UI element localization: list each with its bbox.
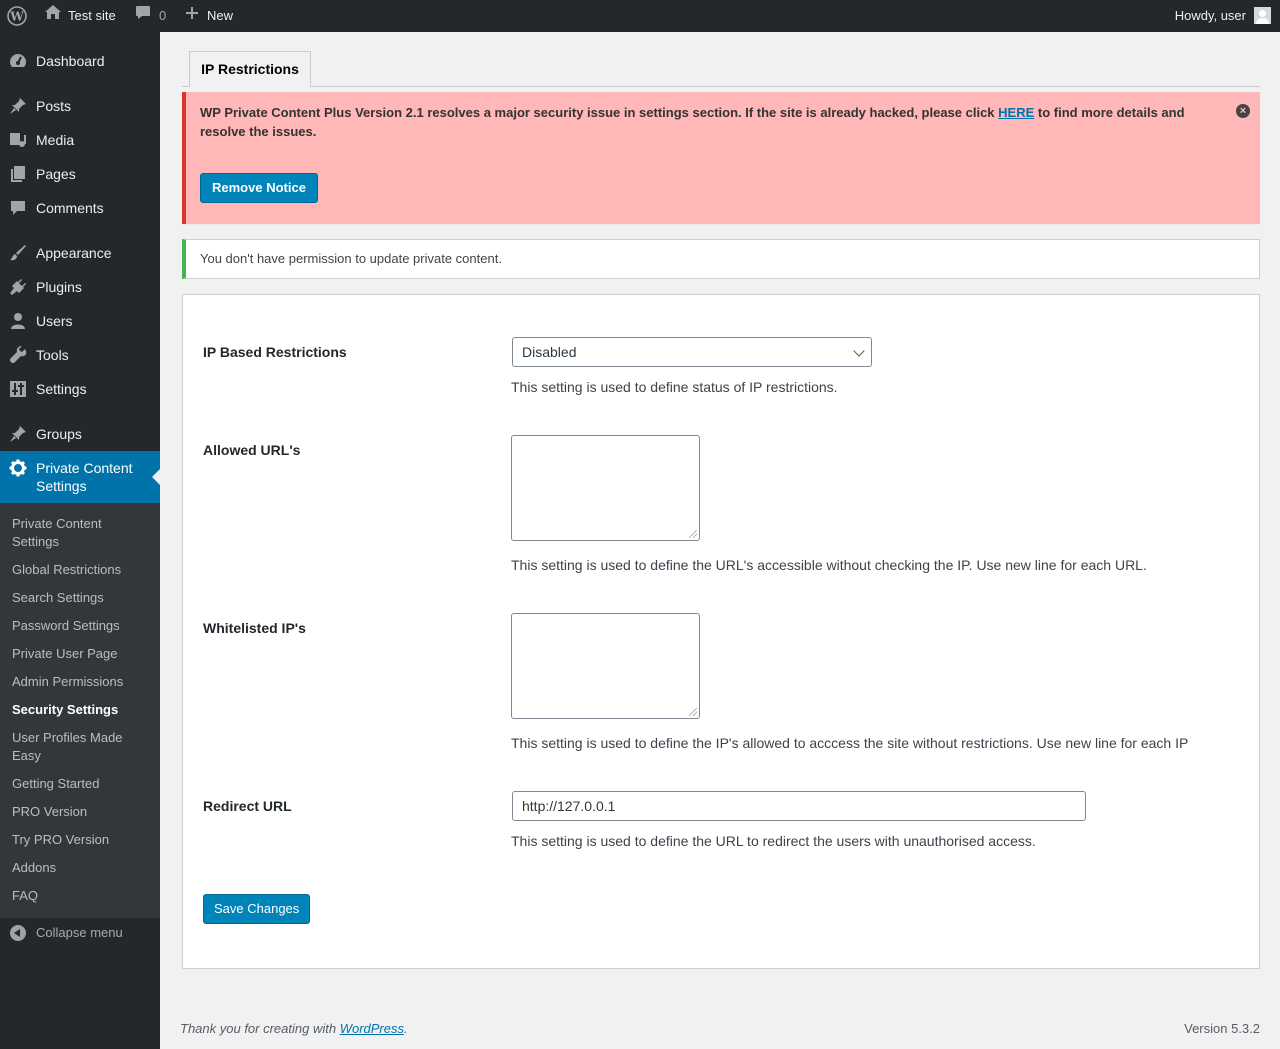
comment-icon [9, 199, 27, 217]
pages-icon [9, 165, 27, 183]
menu-groups[interactable]: Groups [0, 417, 160, 451]
save-changes-button[interactable]: Save Changes [203, 894, 311, 924]
brush-icon [9, 244, 27, 262]
menu-posts[interactable]: Posts [0, 89, 160, 123]
comments-count: 0 [159, 8, 167, 23]
notice-text-before: WP Private Content Plus Version 2.1 reso… [200, 105, 999, 120]
my-account-link[interactable]: Howdy, user [1175, 0, 1246, 32]
menu-label: Plugins [36, 279, 82, 295]
whitelisted-ips-label: Whitelisted IP's [203, 620, 306, 636]
submenu-item-private-user-page[interactable]: Private User Page [12, 645, 152, 663]
settings-panel: IP Based Restrictions Disabled This sett… [182, 294, 1260, 969]
whitelisted-ips-textarea[interactable] [511, 613, 700, 719]
menu-pages[interactable]: Pages [0, 157, 160, 191]
submenu-item-global-restrictions[interactable]: Global Restrictions [12, 561, 152, 579]
submenu-item-try-pro-version[interactable]: Try PRO Version [12, 831, 152, 849]
menu-label: Private Content Settings [36, 460, 133, 494]
site-name: Test site [68, 8, 116, 23]
footer-thanks-period: . [404, 1021, 408, 1036]
menu-dashboard[interactable]: Dashboard [0, 44, 160, 78]
footer-version: Version 5.3.2 [1184, 1021, 1260, 1036]
menu-label: Comments [36, 200, 104, 216]
gear-icon [9, 459, 27, 477]
menu-label: Posts [36, 98, 72, 114]
redirect-url-description: This setting is used to define the URL t… [511, 833, 1036, 849]
tab-ip-restrictions[interactable]: IP Restrictions [189, 51, 311, 87]
whitelisted-ips-description: This setting is used to define the IP's … [511, 735, 1189, 751]
security-notice-message: WP Private Content Plus Version 2.1 reso… [200, 103, 1210, 141]
ip-restrictions-value: Disabled [522, 344, 577, 360]
footer-thanks: Thank you for creating with WordPress. [180, 1021, 408, 1036]
collapse-label: Collapse menu [36, 925, 123, 940]
admin-bar: W Test site 0 New Howdy, user [0, 0, 1280, 32]
menu-label: Media [36, 132, 75, 148]
menu-tools[interactable]: Tools [0, 338, 160, 372]
collapse-arrow-icon [10, 925, 26, 941]
submenu-item-admin-permissions[interactable]: Admin Permissions [12, 673, 152, 691]
redirect-url-label: Redirect URL [203, 798, 292, 814]
submenu-item-password-settings[interactable]: Password Settings [12, 617, 152, 635]
pin-icon [9, 425, 27, 443]
footer-thanks-text: Thank you for creating with [180, 1021, 340, 1036]
submenu-item-user-profiles-made-easy[interactable]: User Profiles Made Easy [12, 729, 152, 765]
media-icon [9, 131, 27, 149]
allowed-urls-description: This setting is used to define the URL's… [511, 557, 1147, 573]
submenu-item-search-settings[interactable]: Search Settings [12, 589, 152, 607]
submenu-item-private-content-settings[interactable]: Private Content Settings [12, 515, 152, 551]
comments-link[interactable]: 0 [135, 0, 166, 32]
submenu-item-security-settings[interactable]: Security Settings [12, 701, 152, 719]
chevron-down-icon [853, 345, 865, 357]
menu-label: Appearance [36, 245, 112, 261]
new-content-link[interactable]: New [185, 0, 233, 32]
menu-label: Users [36, 313, 73, 329]
wordpress-logo-icon[interactable]: W [7, 0, 27, 32]
menu-label: Settings [36, 381, 87, 397]
submenu: Private Content Settings Global Restrict… [0, 503, 160, 918]
submenu-item-faq[interactable]: FAQ [12, 887, 152, 905]
collapse-menu-button[interactable]: Collapse menu [0, 922, 160, 944]
menu-label: Pages [36, 166, 76, 182]
menu-comments[interactable]: Comments [0, 191, 160, 225]
redirect-url-input[interactable]: http://127.0.0.1 [512, 791, 1086, 821]
notice-here-link[interactable]: HERE [998, 105, 1034, 120]
security-notice: WP Private Content Plus Version 2.1 reso… [182, 92, 1260, 224]
menu-settings[interactable]: Settings [0, 372, 160, 406]
ip-restrictions-select[interactable]: Disabled [512, 337, 872, 367]
site-home-link[interactable]: Test site [44, 0, 116, 32]
submenu-item-pro-version[interactable]: PRO Version [12, 803, 152, 821]
permission-notice-message: You don't have permission to update priv… [200, 251, 502, 266]
menu-label: Groups [36, 426, 82, 442]
sliders-icon [9, 380, 27, 398]
svg-text:W: W [9, 10, 24, 24]
user-icon [9, 312, 27, 330]
home-icon [44, 0, 62, 32]
menu-appearance[interactable]: Appearance [0, 236, 160, 270]
tabs-divider [182, 86, 1260, 87]
dismiss-notice-icon[interactable]: × [1236, 104, 1250, 118]
menu-users[interactable]: Users [0, 304, 160, 338]
menu-label: Tools [36, 347, 69, 363]
allowed-urls-label: Allowed URL's [203, 442, 301, 458]
admin-menu: Dashboard Posts Media Pages Comments App… [0, 32, 160, 1049]
wrench-icon [9, 346, 27, 364]
menu-private-content-settings[interactable]: Private Content Settings [0, 451, 160, 503]
dashboard-icon [9, 52, 27, 70]
wordpress-link[interactable]: WordPress [340, 1021, 404, 1036]
plug-icon [9, 278, 27, 296]
menu-media[interactable]: Media [0, 123, 160, 157]
permission-notice: You don't have permission to update priv… [182, 239, 1260, 279]
ip-restrictions-description: This setting is used to define status of… [511, 379, 838, 395]
plus-icon [185, 0, 199, 32]
submenu-item-addons[interactable]: Addons [12, 859, 152, 877]
avatar[interactable] [1254, 7, 1271, 24]
ip-restrictions-label: IP Based Restrictions [203, 344, 347, 360]
menu-label: Dashboard [36, 53, 105, 69]
submenu-item-getting-started[interactable]: Getting Started [12, 775, 152, 793]
allowed-urls-textarea[interactable] [511, 435, 700, 541]
remove-notice-button[interactable]: Remove Notice [200, 173, 318, 203]
new-label: New [207, 8, 234, 23]
menu-plugins[interactable]: Plugins [0, 270, 160, 304]
comment-bubble-icon [135, 0, 151, 32]
pin-icon [9, 97, 27, 115]
